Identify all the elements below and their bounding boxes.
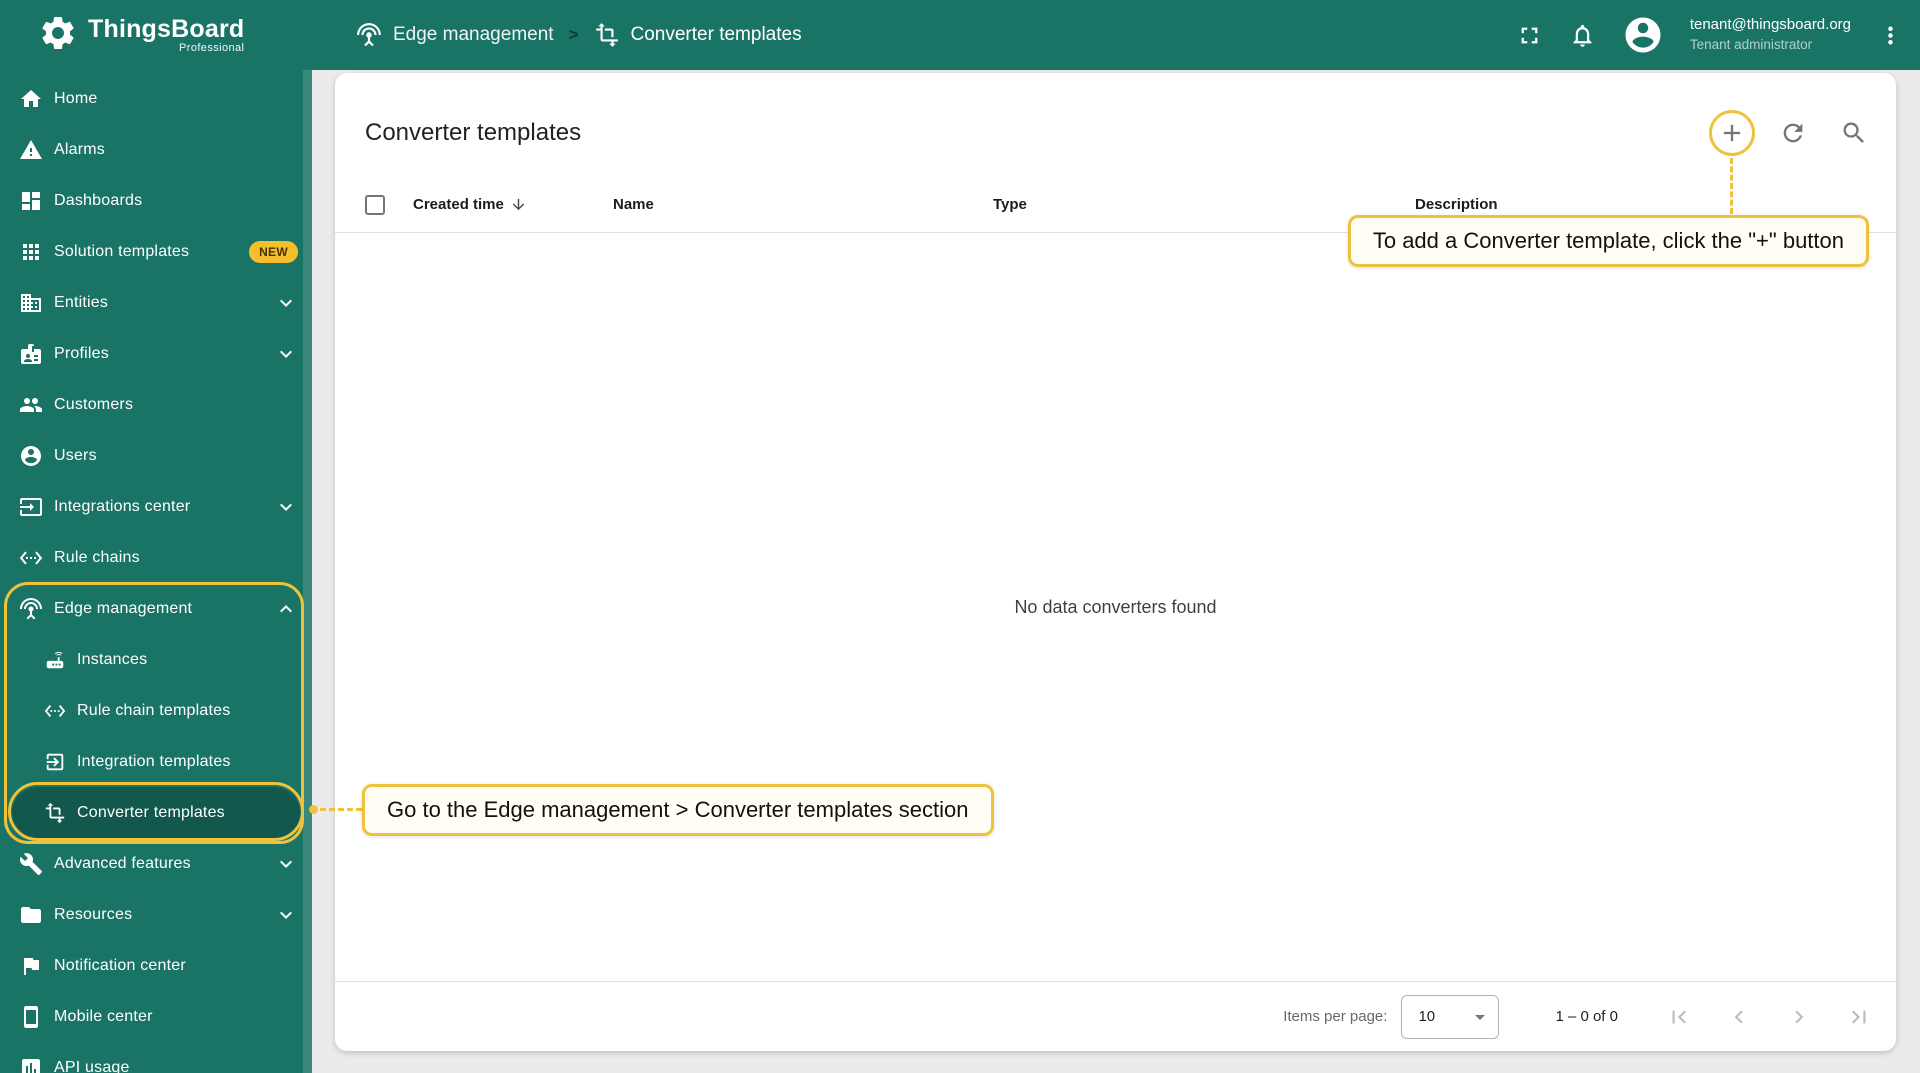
sidebar-item-notification-center[interactable]: Notification center [0,940,312,991]
pagination-bar: Items per page: 10 1 – 0 of 0 [335,981,1896,1051]
chevron-down-icon [274,291,298,315]
sidebar-item-entities[interactable]: Entities [0,277,312,328]
topbar-actions: tenant@thingsboard.org Tenant administra… [1516,14,1920,56]
chevron-down-icon [274,495,298,519]
sidebar-item-alarms[interactable]: Alarms [0,124,312,175]
sidebar-item-resources[interactable]: Resources [0,889,312,940]
sidebar-item-mobile-center[interactable]: Mobile center [0,991,312,1042]
settings-ethernet-icon [19,546,43,570]
card-header: Converter templates [335,73,1896,147]
sidebar-item-rule-chain-templates[interactable]: Rule chain templates [0,685,312,736]
new-badge: NEW [249,240,298,263]
account-circle-icon [19,444,43,468]
top-bar: ThingsBoard Professional Edge management… [0,0,1920,70]
input-icon [19,495,43,519]
chevron-down-icon [274,903,298,927]
previous-page-button[interactable] [1726,1004,1752,1030]
table-header-row: Created time Name Type Description [335,177,1896,233]
chevron-down-icon [274,852,298,876]
items-per-page-value: 10 [1418,1008,1436,1025]
home-icon [19,87,43,111]
app-root: ThingsBoard Professional Edge management… [0,0,1920,1073]
sidebar-item-integrations-center[interactable]: Integrations center [0,481,312,532]
badge-icon [19,342,43,366]
column-header-description[interactable]: Description [1407,196,1876,213]
column-header-type[interactable]: Type [985,196,1407,213]
sidebar-item-rule-chains[interactable]: Rule chains [0,532,312,583]
user-avatar[interactable] [1622,14,1664,56]
sort-desc-icon [504,196,527,213]
last-page-button[interactable] [1846,1004,1872,1030]
chevron-down-icon [274,342,298,366]
sidebar-item-api-usage[interactable]: API usage [0,1042,312,1073]
more-vert-icon[interactable] [1877,22,1904,49]
people-icon [19,393,43,417]
exit-to-app-icon [44,751,66,773]
router-icon [44,649,66,671]
breadcrumb-converter-templates: Converter templates [630,24,802,45]
fullscreen-icon[interactable] [1516,22,1543,49]
column-header-name[interactable]: Name [605,196,985,213]
gear-logo-icon [38,13,78,58]
user-email: tenant@thingsboard.org [1689,16,1851,33]
brand-subtitle: Professional [179,42,245,54]
warning-icon [19,138,43,162]
chevron-up-icon [274,597,298,621]
page-title: Converter templates [365,119,582,146]
search-icon[interactable] [1840,119,1868,147]
sidebar-item-converter-templates[interactable]: Converter templates [12,787,300,838]
wrench-icon [19,852,43,876]
sidebar: Home Alarms Dashboards Solution template… [0,70,312,1073]
sidebar-item-instances[interactable]: Instances [0,634,312,685]
breadcrumb: Edge management > Converter templates [356,22,802,48]
sidebar-item-dashboards[interactable]: Dashboards [0,175,312,226]
sidebar-item-profiles[interactable]: Profiles [0,328,312,379]
antenna-icon [19,597,43,621]
dashboard-icon [19,189,43,213]
select-all-checkbox[interactable] [365,194,385,215]
antenna-icon [356,22,382,48]
dropdown-arrow-icon [1475,1014,1486,1020]
notifications-bell-icon[interactable] [1569,22,1596,49]
flag-icon [19,954,43,978]
sidebar-item-advanced-features[interactable]: Advanced features [0,838,312,889]
sidebar-item-solution-templates[interactable]: Solution templates NEW [0,226,312,277]
user-role: Tenant administrator [1689,37,1813,52]
main-content: Converter templates Created time Name Ty… [312,70,1920,1073]
apps-grid-icon [19,240,43,264]
domain-icon [19,291,43,315]
sidebar-item-customers[interactable]: Customers [0,379,312,430]
chart-icon [19,1056,43,1073]
converter-templates-card: Converter templates Created time Name Ty… [335,73,1896,1051]
sidebar-item-users[interactable]: Users [0,430,312,481]
card-actions [1718,119,1868,147]
smartphone-icon [19,1005,43,1029]
sidebar-item-integration-templates[interactable]: Integration templates [0,736,312,787]
settings-ethernet-icon [44,700,66,722]
first-page-button[interactable] [1666,1004,1692,1030]
transform-icon [594,22,620,48]
empty-state-text: No data converters found [1014,596,1217,617]
column-header-created-time[interactable]: Created time [405,196,605,213]
folder-icon [19,903,43,927]
table-body: No data converters found [335,233,1896,981]
thingsboard-logo[interactable]: ThingsBoard Professional [0,13,312,58]
refresh-icon[interactable] [1779,119,1807,147]
sidebar-item-home[interactable]: Home [0,73,312,124]
add-converter-template-button[interactable] [1718,119,1746,147]
brand-title: ThingsBoard [88,15,245,43]
user-menu[interactable]: tenant@thingsboard.org Tenant administra… [1690,16,1851,54]
sidebar-item-edge-management[interactable]: Edge management [0,583,312,634]
breadcrumb-edge-management[interactable]: Edge management [393,24,554,46]
next-page-button[interactable] [1786,1004,1812,1030]
transform-icon [44,802,66,824]
items-per-page-label: Items per page: [1283,1008,1388,1025]
breadcrumb-separator: > [568,25,579,44]
pagination-range: 1 – 0 of 0 [1555,1008,1618,1025]
pager-buttons [1666,1004,1872,1030]
items-per-page-select[interactable]: 10 [1401,994,1500,1039]
